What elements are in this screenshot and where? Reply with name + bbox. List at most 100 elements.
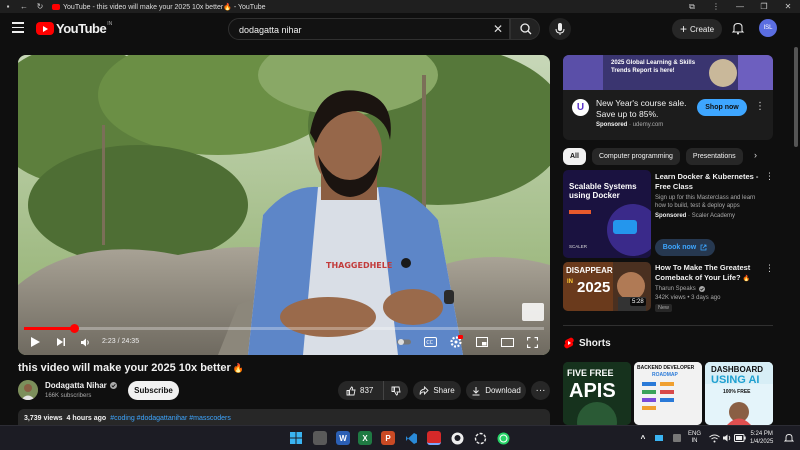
short-backend-roadmap[interactable]: BACKEND DEVELOPER ROADMAP: [634, 362, 702, 425]
github-icon[interactable]: [450, 431, 464, 445]
wifi-icon[interactable]: [707, 431, 721, 445]
video-title: this video will make your 2025 10x bette…: [18, 362, 244, 374]
reload-icon[interactable]: ↻: [32, 2, 48, 11]
duration: 24:35: [121, 338, 140, 345]
dislike-button[interactable]: [384, 386, 408, 396]
ad-card[interactable]: U New Year's course sale. Save up to 85%…: [563, 90, 773, 140]
autoplay-toggle[interactable]: [396, 335, 412, 349]
masthead: YouTube IN ✕ + Create ISL: [0, 13, 800, 45]
kebab-menu-icon[interactable]: ⋮: [704, 0, 728, 13]
account-avatar[interactable]: ISL: [759, 19, 777, 37]
youtube-logo[interactable]: YouTube IN: [36, 21, 112, 36]
more-actions-button[interactable]: ···: [531, 381, 550, 400]
short-text-line1: DASHBOARD: [711, 365, 763, 374]
notifications-bell-icon[interactable]: [731, 21, 745, 35]
rec-kebab-menu-icon[interactable]: ⋮: [765, 263, 774, 274]
rec-thumbnail-docker[interactable]: Scalable Systems using Docker SCALER: [563, 170, 651, 258]
rec-title-comeback[interactable]: How To Make The Greatest Comeback of You…: [655, 263, 760, 284]
whatsapp-icon[interactable]: [496, 431, 510, 445]
rec-views-comeback: 342K views: [655, 295, 686, 301]
restore-icon[interactable]: ❐: [752, 0, 776, 13]
section-divider: [563, 325, 773, 326]
tray-chevron-up-icon[interactable]: ^: [636, 431, 650, 445]
app-menu-icon[interactable]: ▪: [0, 2, 16, 11]
close-icon[interactable]: ✕: [776, 0, 800, 13]
ad-logo-letter: U: [576, 102, 585, 113]
fullscreen-button[interactable]: [524, 335, 540, 349]
theater-mode-button[interactable]: [499, 335, 515, 349]
system-clock[interactable]: 5:24 PM 1/4/2025: [750, 431, 773, 446]
short-five-free-apis[interactable]: FIVE FREE APIS: [563, 362, 631, 425]
tab-title: YouTube - this video will make your 2025…: [63, 3, 266, 11]
subtitles-button[interactable]: CC: [422, 335, 438, 349]
rec-title-docker[interactable]: Learn Docker & Kubernetes - Free Class: [655, 172, 760, 191]
settings-button[interactable]: [448, 335, 464, 349]
speaker-icon[interactable]: [720, 431, 734, 445]
view-count: 3,739 views: [24, 415, 63, 422]
ad-banner-image[interactable]: 2025 Global Learning & Skills Trends Rep…: [563, 55, 773, 90]
extensions-icon[interactable]: ⧉: [680, 0, 704, 13]
ad-sponsored-label: Sponsored: [596, 122, 628, 128]
rec-kebab-menu-icon[interactable]: ⋮: [765, 171, 774, 182]
download-button[interactable]: Download: [466, 381, 526, 400]
word-icon[interactable]: W: [336, 431, 350, 445]
short-text-line2: ROADMAP: [652, 372, 678, 378]
share-button[interactable]: Share: [413, 381, 461, 400]
hamburger-menu-icon[interactable]: [12, 22, 24, 34]
youtube-play-icon: [36, 22, 54, 35]
voice-search-button[interactable]: [549, 18, 571, 40]
progress-bar[interactable]: [24, 324, 544, 333]
back-arrow-icon[interactable]: ←: [16, 2, 32, 11]
input-language[interactable]: ENG IN: [688, 431, 701, 445]
browser-youtube-icon[interactable]: [427, 431, 441, 445]
clear-search-icon[interactable]: ✕: [493, 22, 503, 36]
notification-center-icon[interactable]: [782, 431, 796, 445]
miniplayer-button[interactable]: [474, 335, 490, 349]
page-scrollbar[interactable]: [793, 45, 799, 425]
play-button[interactable]: [28, 335, 42, 349]
like-count: 837: [360, 386, 374, 395]
vscode-icon[interactable]: [404, 431, 418, 445]
video-player[interactable]: THAGGEDHELE 2:23 / 24:35 CC: [18, 55, 550, 355]
minimize-icon[interactable]: —: [728, 0, 752, 13]
chip-computer-programming[interactable]: Computer programming: [591, 148, 680, 165]
channel-name-text: Dodagatta Nihar: [45, 381, 107, 390]
short-dashboard-ai[interactable]: DASHBOARD USING AI 100% FREE: [705, 362, 773, 425]
book-now-button[interactable]: Book now: [655, 239, 715, 256]
youtube-favicon-icon: [52, 3, 60, 10]
duration-badge: 5:28: [630, 298, 646, 306]
subscribe-button[interactable]: Subscribe: [128, 381, 179, 400]
rec-posted-comeback: 3 days ago: [691, 295, 721, 301]
chatgpt-icon[interactable]: [473, 431, 487, 445]
scrollbar-thumb[interactable]: [794, 47, 798, 147]
shorts-header: Shorts: [564, 337, 611, 349]
next-button[interactable]: [54, 335, 68, 349]
battery-icon[interactable]: [733, 431, 747, 445]
chevron-right-icon[interactable]: ›: [754, 150, 757, 160]
udemy-logo: U: [572, 99, 589, 116]
chip-presentations[interactable]: Presentations: [685, 148, 743, 165]
powerpoint-icon[interactable]: P: [381, 431, 395, 445]
file-explorer-icon[interactable]: [313, 431, 327, 445]
start-button[interactable]: [289, 431, 303, 445]
search-button[interactable]: [510, 18, 540, 40]
short-text-line2: APIS: [569, 380, 616, 402]
progress-scrubber[interactable]: [69, 324, 79, 333]
hashtags[interactable]: #coding #dodagattanihar #masscoders: [110, 415, 231, 422]
shop-now-button[interactable]: Shop now: [697, 99, 747, 116]
create-button[interactable]: + Create: [672, 19, 722, 39]
channel-avatar[interactable]: [18, 380, 38, 400]
tray-security-icon[interactable]: [670, 431, 684, 445]
ad-domain: udemy.com: [632, 122, 664, 128]
rec-thumb-brand: SCALER: [569, 244, 588, 249]
chip-all[interactable]: All: [563, 148, 586, 165]
channel-name[interactable]: Dodagatta Nihar: [45, 381, 117, 390]
volume-button[interactable]: [78, 335, 92, 349]
like-button[interactable]: 837: [338, 381, 384, 400]
search-input[interactable]: [239, 23, 479, 36]
tray-app-icon[interactable]: [652, 431, 666, 445]
channel-watermark[interactable]: [522, 303, 544, 321]
excel-icon[interactable]: X: [358, 431, 372, 445]
ad-kebab-menu-icon[interactable]: ⋮: [755, 101, 765, 112]
theater-mode-icon: [500, 337, 514, 347]
